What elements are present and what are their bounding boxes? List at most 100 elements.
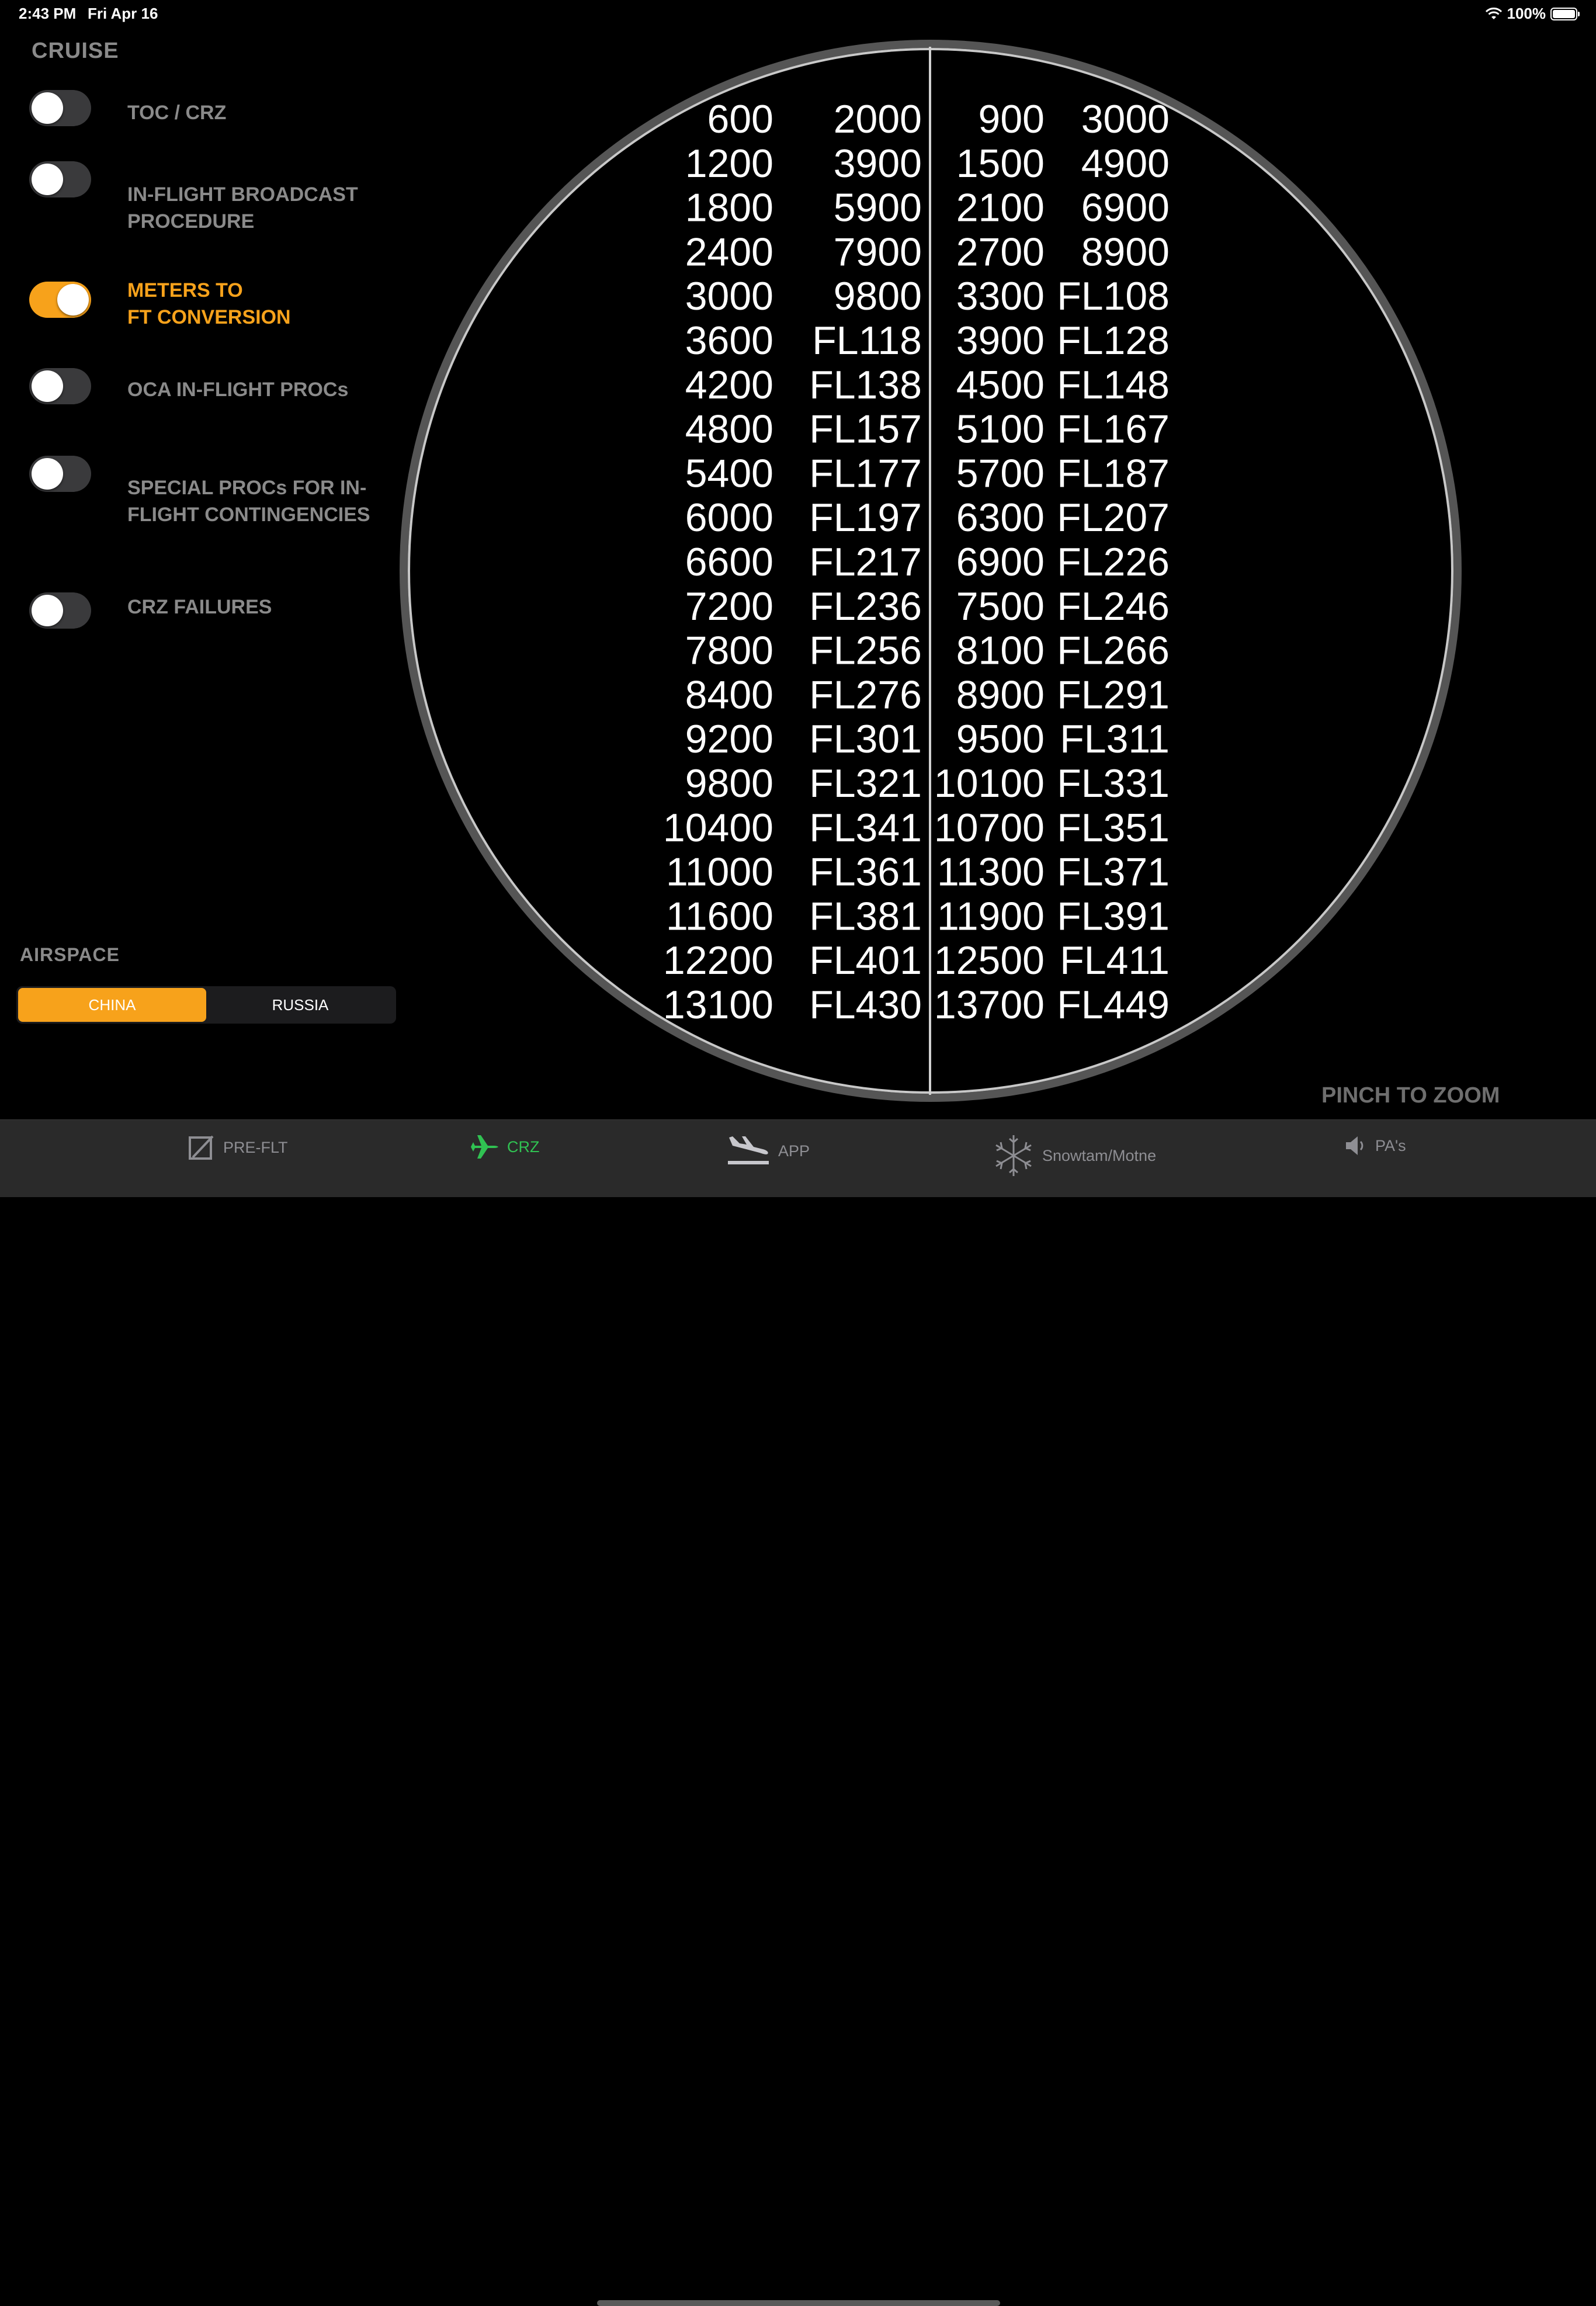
- crz-failures-toggle[interactable]: [29, 592, 91, 629]
- conversion-cell-feet-left: FL138: [809, 363, 922, 407]
- in-flight-broadcast-label[interactable]: IN-FLIGHT BROADCAST PROCEDURE: [127, 181, 431, 235]
- conversion-cell-feet-right: FL187: [1057, 451, 1170, 495]
- conversion-cell-feet-right: FL246: [1057, 584, 1170, 629]
- in-flight-broadcast-toggle[interactable]: [29, 161, 91, 197]
- tab-label: PA's: [1375, 1136, 1406, 1154]
- toggle-knob: [32, 370, 63, 402]
- airspace-option-china[interactable]: CHINA: [18, 988, 206, 1022]
- conversion-cell-meters-left: 13100: [663, 983, 773, 1027]
- conversion-cell-feet-right: FL391: [1057, 894, 1170, 938]
- conversion-rows: 600 2000 900 3000 1200 3900 1500 4900 1800 5900 21…: [663, 97, 1170, 1027]
- conversion-cell-meters-right: 11900: [937, 894, 1045, 938]
- crz-failures-label[interactable]: CRZ FAILURES: [127, 594, 431, 620]
- conversion-cell-feet-right: FL291: [1057, 672, 1170, 717]
- conversion-cell-feet-right: FL128: [1057, 318, 1170, 363]
- conversion-cell-feet-right: FL108: [1057, 274, 1170, 318]
- conversion-cell-meters-right: 4500: [956, 363, 1045, 407]
- tab-label: APP: [778, 1142, 810, 1160]
- conversion-cell-feet-right: FL207: [1057, 495, 1170, 540]
- conversion-cell-feet-left: FL361: [809, 850, 922, 894]
- conversion-cell-meters-left: 5400: [685, 451, 773, 495]
- wifi-icon: [1485, 7, 1502, 19]
- conversion-cell-feet-left: FL157: [809, 407, 922, 452]
- meters-to-ft-label[interactable]: METERS TO FT CONVERSION: [127, 277, 431, 331]
- battery-icon: [1550, 7, 1580, 20]
- conversion-cell-meters-right: 6900: [956, 540, 1045, 584]
- conversion-cell-meters-right: 3300: [956, 274, 1045, 318]
- special-procs-label[interactable]: SPECIAL PROCs FOR IN- FLIGHT CONTINGENCI…: [127, 474, 431, 528]
- conversion-cell-meters-left: 11600: [666, 894, 773, 938]
- conversion-cell-feet-left: 7900: [834, 230, 922, 274]
- tab-label: PRE-FLT: [223, 1138, 288, 1156]
- conversion-cell-meters-left: 7200: [685, 584, 773, 629]
- conversion-cell-feet-left: FL430: [809, 983, 922, 1027]
- tab-bar: PRE-FLT CRZ APP Snowtam/Motne PA's: [0, 1119, 1596, 2306]
- conversion-cell-meters-left: 4200: [685, 363, 773, 407]
- home-indicator: [597, 2300, 1000, 2306]
- conversion-table-svg: 600 2000 900 3000 1200 3900 1500 4900 1800 5900 21…: [400, 40, 1462, 1102]
- airspace-title: AIRSPACE: [20, 944, 120, 965]
- conversion-cell-meters-right: 7500: [956, 584, 1045, 629]
- conversion-cell-meters-right: 8100: [956, 629, 1045, 673]
- airplane-icon: [471, 1135, 498, 1159]
- conversion-cell-meters-left: 12200: [663, 938, 773, 983]
- conversion-cell-meters-left: 10400: [663, 806, 773, 850]
- speaker-icon: [1346, 1136, 1363, 1155]
- conversion-cell-feet-left: FL256: [809, 629, 922, 673]
- conversion-cell-feet-right: FL167: [1057, 407, 1170, 452]
- conversion-cell-meters-left: 9200: [685, 717, 773, 761]
- conversion-cell-meters-right: 13700: [934, 983, 1045, 1027]
- conversion-cell-feet-left: FL217: [809, 540, 922, 584]
- conversion-cell-meters-right: 2100: [956, 186, 1045, 230]
- conversion-cell-feet-right: 6900: [1081, 186, 1170, 230]
- tab-pas[interactable]: PA's: [1344, 1134, 1406, 1157]
- conversion-cell-feet-left: FL341: [809, 806, 922, 850]
- meters-to-ft-toggle[interactable]: [29, 282, 91, 318]
- snowflake-icon: [995, 1135, 1032, 1176]
- conversion-cell-feet-right: FL311: [1060, 717, 1170, 761]
- conversion-chart[interactable]: 600 2000 900 3000 1200 3900 1500 4900 1800 5900 21…: [397, 36, 1472, 1111]
- conversion-cell-meters-left: 3600: [685, 318, 773, 363]
- conversion-cell-meters-right: 5100: [956, 407, 1045, 452]
- airspace-option-russia[interactable]: RUSSIA: [206, 988, 394, 1022]
- conversion-cell-feet-right: FL266: [1057, 629, 1170, 673]
- status-indicators: 100%: [1485, 5, 1580, 23]
- toggle-knob: [32, 92, 63, 124]
- tab-pre-flt[interactable]: PRE-FLT: [188, 1134, 288, 1161]
- conversion-cell-meters-left: 4800: [685, 407, 773, 452]
- conversion-cell-meters-right: 2700: [956, 230, 1045, 274]
- pinch-to-zoom-hint: PINCH TO ZOOM: [1321, 1083, 1500, 1108]
- conversion-cell-meters-left: 1800: [685, 186, 773, 230]
- conversion-cell-meters-right: 5700: [956, 451, 1045, 495]
- special-procs-toggle[interactable]: [29, 456, 91, 492]
- tab-label: CRZ: [507, 1138, 540, 1156]
- conversion-cell-meters-left: 6600: [685, 540, 773, 584]
- toggle-knob: [57, 284, 89, 315]
- conversion-cell-feet-right: FL449: [1057, 983, 1170, 1027]
- conversion-cell-feet-right: 4900: [1081, 141, 1170, 186]
- checkbox-icon: [189, 1135, 214, 1160]
- toc-crz-toggle[interactable]: [29, 90, 91, 126]
- airspace-segmented-control[interactable]: CHINA RUSSIA: [16, 986, 396, 1024]
- tab-app[interactable]: APP: [727, 1134, 810, 1168]
- conversion-cell-meters-right: 900: [979, 97, 1045, 141]
- conversion-cell-feet-left: 3900: [834, 141, 922, 186]
- oca-in-flight-label[interactable]: OCA IN-FLIGHT PROCs: [127, 376, 431, 403]
- conversion-cell-feet-left: FL236: [809, 584, 922, 629]
- tab-crz[interactable]: CRZ: [470, 1134, 540, 1160]
- conversion-cell-feet-right: FL371: [1057, 850, 1170, 894]
- conversion-cell-feet-left: FL321: [809, 761, 922, 806]
- oca-in-flight-toggle[interactable]: [29, 368, 91, 404]
- conversion-cell-feet-right: 3000: [1081, 97, 1170, 141]
- conversion-cell-feet-left: FL301: [809, 717, 922, 761]
- toggle-knob: [32, 164, 63, 195]
- toc-crz-label[interactable]: TOC / CRZ: [127, 99, 431, 126]
- conversion-cell-meters-right: 12500: [934, 938, 1045, 983]
- landing-icon: [728, 1136, 769, 1164]
- conversion-cell-meters-left: 6000: [685, 495, 773, 540]
- status-time: 2:43 PM: [19, 5, 77, 22]
- tab-label: Snowtam/Motne: [1042, 1146, 1157, 1164]
- tab-snowtam-motne[interactable]: Snowtam/Motne: [993, 1134, 1156, 1177]
- conversion-cell-meters-left: 2400: [685, 230, 773, 274]
- conversion-cell-feet-left: FL177: [809, 451, 922, 495]
